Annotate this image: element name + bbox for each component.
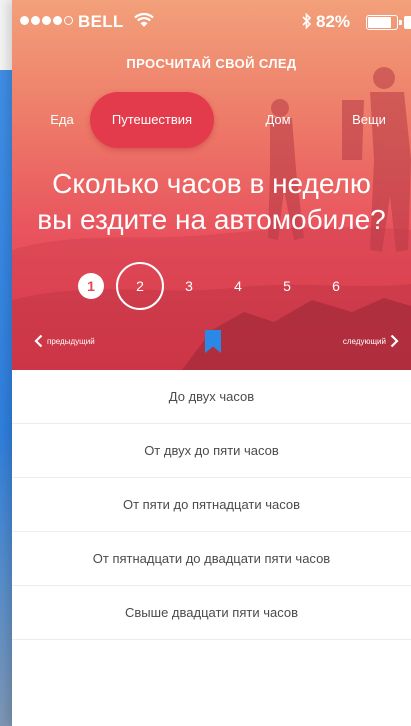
question-navigation: предыдущий следующий	[12, 330, 411, 358]
answer-option-5[interactable]: Свыше двадцати пяти часов	[12, 586, 411, 640]
question-line-2: вы ездите на автомобиле?	[37, 204, 386, 235]
status-edge-icon	[404, 16, 411, 29]
wifi-icon	[134, 12, 154, 27]
phone-screen: BELL 82% ПРОСЧИТАЙ СВОЙ СЛЕД Еда Путешес…	[12, 0, 411, 726]
page-title: ПРОСЧИТАЙ СВОЙ СЛЕД	[126, 56, 297, 71]
step-6[interactable]: 6	[312, 262, 360, 310]
tab-travel[interactable]: Путешествия	[90, 92, 214, 148]
previous-button[interactable]: предыдущий	[34, 334, 95, 348]
chevron-left-icon	[34, 334, 43, 348]
step-1[interactable]: 1	[67, 262, 115, 310]
hero-banner: BELL 82% ПРОСЧИТАЙ СВОЙ СЛЕД Еда Путешес…	[12, 0, 411, 370]
status-bar: BELL 82%	[12, 0, 411, 44]
signal-strength-icon	[20, 16, 73, 25]
step-3[interactable]: 3	[165, 262, 213, 310]
step-2[interactable]: 2	[116, 262, 164, 310]
chevron-right-icon	[390, 334, 399, 348]
answer-option-1[interactable]: До двух часов	[12, 370, 411, 424]
category-tabs: Еда Путешествия Дом Вещи	[12, 92, 411, 148]
tab-food[interactable]: Еда	[34, 92, 90, 148]
battery-percentage: 82%	[316, 12, 351, 31]
previous-label: предыдущий	[47, 336, 95, 346]
next-label: следующий	[342, 336, 386, 346]
answer-option-3[interactable]: От пяти до пятнадцати часов	[12, 478, 411, 532]
tab-home[interactable]: Дом	[248, 92, 308, 148]
step-4[interactable]: 4	[214, 262, 262, 310]
bluetooth-icon	[302, 12, 312, 30]
next-button[interactable]: следующий	[343, 334, 399, 348]
step-5[interactable]: 5	[263, 262, 311, 310]
tab-things[interactable]: Вещи	[338, 92, 400, 148]
answer-option-2[interactable]: От двух до пяти часов	[12, 424, 411, 478]
question-text: Сколько часов в неделю вы ездите на авто…	[12, 166, 411, 238]
question-line-1: Сколько часов в неделю	[52, 168, 371, 199]
carrier-name: BELL	[78, 12, 124, 31]
step-indicator: 1 2 3 4 5 6	[12, 262, 411, 310]
answer-list: До двух часов От двух до пяти часов От п…	[12, 370, 411, 640]
answer-option-4[interactable]: От пятнадцати до двадцати пяти часов	[12, 532, 411, 586]
battery-icon	[366, 15, 402, 30]
bookmark-icon[interactable]	[204, 330, 222, 354]
